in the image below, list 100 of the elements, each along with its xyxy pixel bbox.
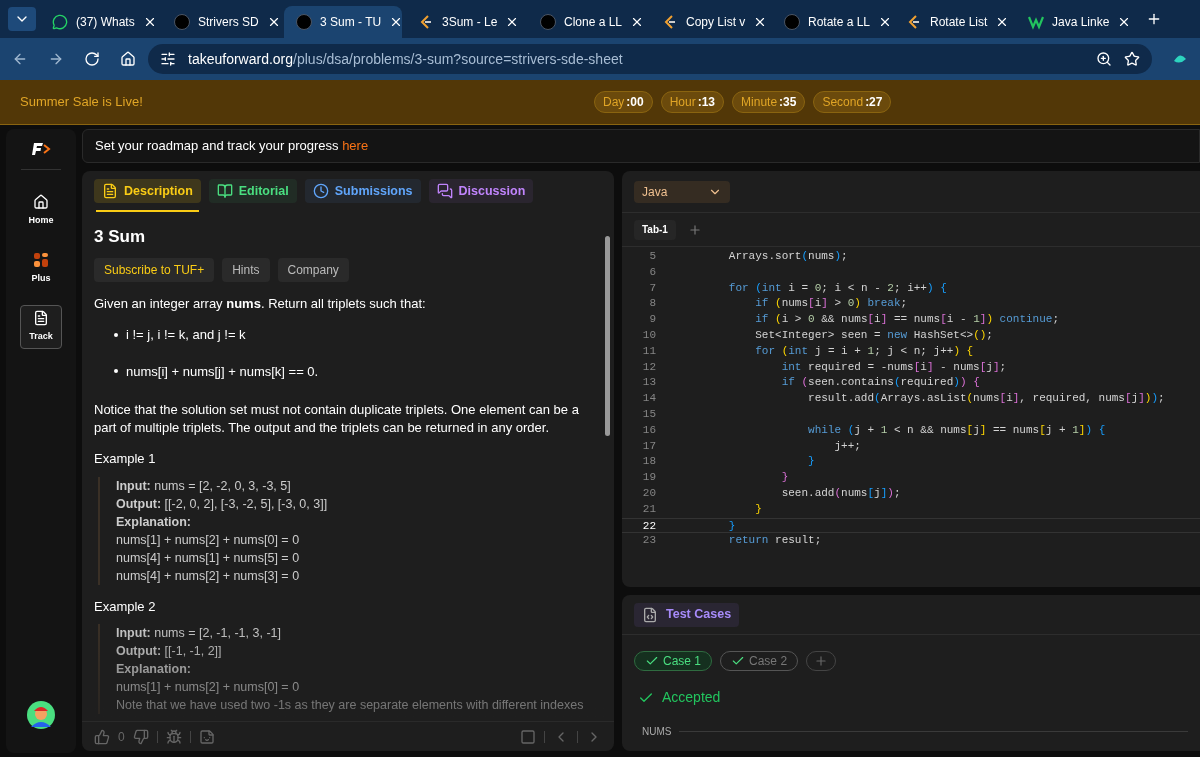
example-line: Output: [[-1, -1, 2]]: [116, 643, 223, 660]
code-line: seen.add(nums[j]);: [780, 485, 901, 501]
clock-icon: [312, 183, 329, 199]
sidebar-item[interactable]: Home: [20, 190, 62, 232]
forward-icon[interactable]: [48, 51, 64, 67]
home-icon[interactable]: [120, 51, 136, 67]
line-number: 22: [641, 518, 656, 533]
document-icon: [102, 183, 118, 199]
tab-title: Rotate a LL: [808, 14, 871, 31]
chat-icon: [52, 14, 68, 30]
home-icon: [33, 194, 49, 210]
problem-intro: Given an integer array nums. Return all triplets such that:: [94, 294, 427, 313]
browser-tab[interactable]: 3Sum - Le: [406, 6, 524, 38]
chip-button[interactable]: Subscribe to TUF+: [94, 257, 215, 282]
result-status: Accepted: [662, 688, 721, 707]
case-tab[interactable]: Case 1: [634, 651, 713, 671]
example-line: Explanation:: [116, 513, 192, 531]
example-line: Input: nums = [2, -1, -1, 3, -1]: [116, 625, 282, 642]
bookmark-icon[interactable]: [1124, 51, 1140, 67]
sidebar-label: Plus: [31, 271, 51, 285]
bullet-text: nums[i] + nums[j] + nums[k] == 0.: [126, 362, 319, 381]
tab-title: (37) Whats: [76, 14, 135, 31]
browser-tab[interactable]: Strivers SD: [162, 6, 280, 38]
avatar[interactable]: [27, 701, 55, 729]
browser-tab[interactable]: Rotate a LL: [772, 6, 890, 38]
problem-tab[interactable]: Discussion: [428, 179, 534, 203]
logo-icon: [540, 14, 556, 30]
example-line: nums[4] + nums[2] + nums[3] = 0: [116, 567, 301, 585]
browser-tab[interactable]: Rotate List: [894, 6, 1012, 38]
line-number: 14: [641, 391, 656, 407]
line-number: 10: [641, 328, 656, 343]
line-number: 6: [648, 264, 656, 280]
code-line: for (int j = i + 1; j < n; j++) {: [754, 343, 974, 359]
notice-text: Notice that the solution set must not contain duplicate triplets. One element can be a part of multiple triplets. The output and the triplets can be returned in any order.: [94, 401, 580, 437]
zoom-icon[interactable]: [1096, 51, 1112, 67]
code-line: if (nums[i] > 0) break;: [754, 296, 908, 312]
line-number: 20: [641, 485, 656, 501]
tab-title: Copy List v: [686, 14, 746, 31]
tab-title: Strivers SD: [198, 14, 259, 31]
logo-icon: [784, 14, 800, 30]
book-icon: [216, 183, 233, 199]
site-info-icon[interactable]: [160, 51, 176, 67]
chip-button[interactable]: Hints: [222, 257, 270, 282]
code-line: }: [754, 501, 762, 517]
line-number: 21: [641, 501, 656, 517]
bug-icon[interactable]: [165, 728, 182, 745]
problem-tab[interactable]: Description: [94, 179, 201, 203]
tab-search-button[interactable]: [8, 7, 36, 31]
bullet-icon: [114, 369, 118, 374]
tab-title: 3Sum - Le: [442, 14, 498, 31]
browser-tab[interactable]: Java Linke: [1016, 6, 1134, 38]
line-number: 9: [648, 312, 656, 328]
like-count: 0: [118, 728, 125, 746]
new-tab-icon[interactable]: [1146, 11, 1162, 27]
browser-tab[interactable]: Clone a LL: [528, 6, 646, 38]
code-line: if (i > 0 && nums[i] == nums[i - 1]) continue;: [754, 312, 1059, 328]
line-number: 19: [641, 470, 656, 486]
browser-tab[interactable]: 3 Sum - TU: [284, 6, 402, 38]
code-line: }: [727, 518, 736, 533]
check-icon: [731, 654, 746, 668]
problem-tab[interactable]: Submissions: [304, 179, 421, 203]
tab-title: Rotate List: [930, 14, 988, 31]
editor-tab[interactable]: Tab-1: [634, 219, 676, 240]
chat-icon: [436, 183, 453, 199]
bullet-text: i != j, i != k, and j != k: [126, 326, 246, 344]
sidebar-item[interactable]: Track: [20, 305, 62, 349]
address-field[interactable]: takeuforward.org/plus/dsa/problems/3-sum?source=strivers-sde-sheet: [148, 44, 1152, 74]
logo-icon[interactable]: [31, 141, 51, 157]
example-title: Example 1: [94, 450, 157, 468]
document-icon: [33, 310, 49, 326]
problem-title: 3 Sum: [94, 226, 147, 248]
example-line: Input: nums = [2, -2, 0, 3, -3, 5]: [116, 477, 292, 495]
countdown-chip: Second :27: [813, 91, 892, 113]
thumbs-up-icon[interactable]: [94, 728, 110, 745]
language-dropdown[interactable]: Java: [634, 180, 730, 203]
test-cases-tab[interactable]: Test Cases: [634, 602, 740, 627]
tab-title: Java Linke: [1052, 14, 1110, 31]
line-number: 18: [641, 454, 656, 470]
thumbs-down-icon[interactable]: [132, 728, 149, 745]
code-line: j++;: [833, 438, 861, 454]
example-line: Note that we have used two -1s as they are separate elements with different indexes: [116, 697, 585, 714]
sticker-icon[interactable]: [198, 728, 215, 745]
chip-button[interactable]: Company: [277, 257, 349, 282]
back-icon[interactable]: [12, 51, 28, 67]
problem-tab[interactable]: Editorial: [208, 179, 297, 203]
browser-tab[interactable]: (37) Whats: [40, 6, 158, 38]
sale-text: Summer Sale is Live!: [20, 93, 143, 112]
browser-tab[interactable]: Copy List v: [650, 6, 768, 38]
code-line: }: [780, 470, 789, 486]
line-number: 23: [641, 533, 656, 549]
logo-icon: [1028, 14, 1044, 30]
reload-icon[interactable]: [84, 51, 100, 67]
line-number: 16: [641, 422, 656, 438]
code-line: if (seen.contains(required)) {: [780, 375, 980, 391]
line-number: 11: [641, 343, 656, 359]
roadmap-link[interactable]: here: [342, 138, 369, 154]
example-line: nums[1] + nums[2] + nums[0] = 0: [116, 679, 301, 696]
tab-title: Clone a LL: [564, 14, 623, 31]
sidebar-item[interactable]: Plus: [20, 247, 62, 289]
code-line: int required = -nums[i] - nums[j];: [780, 359, 1007, 375]
